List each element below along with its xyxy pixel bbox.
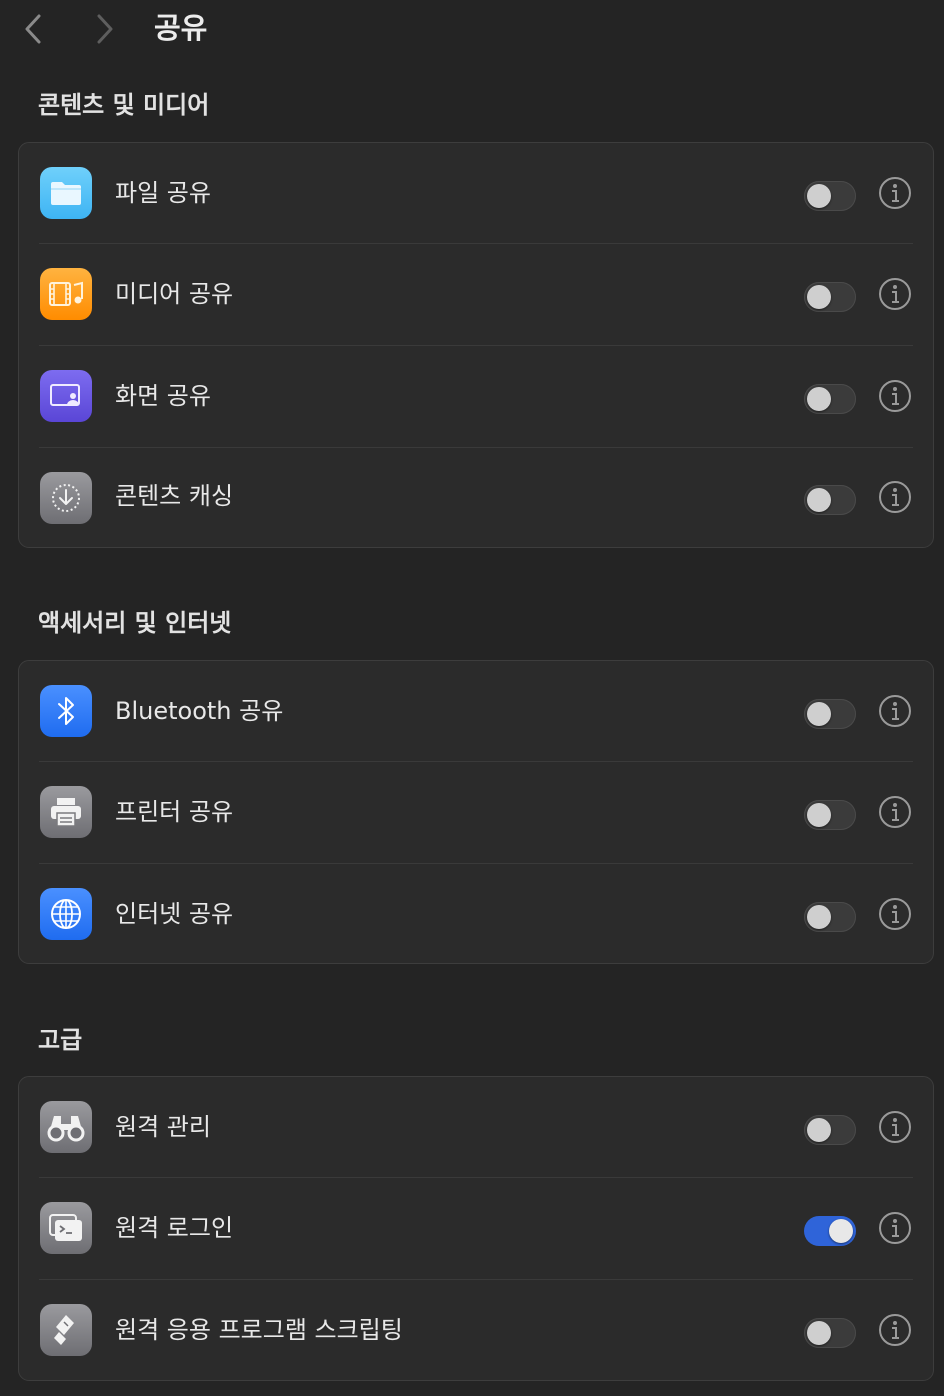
printer-icon <box>40 786 92 838</box>
screen-share-icon <box>40 370 92 422</box>
row-label: Bluetooth 공유 <box>115 697 284 725</box>
file-sharing-toggle[interactable] <box>804 181 856 211</box>
row-remote-login: 원격 로그인 <box>19 1178 933 1278</box>
screen-sharing-toggle[interactable] <box>804 384 856 414</box>
row-bluetooth-sharing: Bluetooth 공유 <box>19 661 933 761</box>
bluetooth-sharing-info-button[interactable] <box>878 694 912 728</box>
back-button[interactable] <box>18 10 48 48</box>
row-label: 화면 공유 <box>115 382 211 410</box>
row-label: 미디어 공유 <box>115 280 234 308</box>
row-remote-management: 원격 관리 <box>19 1077 933 1177</box>
content-caching-info-button[interactable] <box>878 480 912 514</box>
screen-sharing-info-button[interactable] <box>878 379 912 413</box>
section-title-accessories-internet: 액세서리 및 인터넷 <box>38 609 232 637</box>
internet-sharing-info-button[interactable] <box>878 897 912 931</box>
row-content-caching: 콘텐츠 캐싱 <box>19 448 933 548</box>
content-caching-icon <box>40 472 92 524</box>
info-icon <box>879 898 911 930</box>
row-printer-sharing: 프린터 공유 <box>19 762 933 862</box>
binoculars-icon <box>40 1101 92 1153</box>
group-accessories-internet: Bluetooth 공유 프린터 공유 인터넷 공유 <box>18 660 934 964</box>
info-icon <box>879 481 911 513</box>
section-title-content-media: 콘텐츠 및 미디어 <box>38 91 210 119</box>
toolbar: 공유 <box>0 0 944 60</box>
info-icon <box>879 278 911 310</box>
group-content-media: 파일 공유 미디어 공유 화면 공유 콘텐츠 캐싱 <box>18 142 934 548</box>
bluetooth-sharing-toggle[interactable] <box>804 699 856 729</box>
remote-management-toggle[interactable] <box>804 1115 856 1145</box>
row-label: 원격 응용 프로그램 스크립팅 <box>115 1316 403 1344</box>
row-remote-scripting: 원격 응용 프로그램 스크립팅 <box>19 1280 933 1380</box>
chevron-right-icon <box>97 14 113 44</box>
remote-login-toggle[interactable] <box>804 1216 856 1246</box>
info-icon <box>879 695 911 727</box>
info-icon <box>879 177 911 209</box>
globe-icon <box>40 888 92 940</box>
section-title-advanced: 고급 <box>38 1026 83 1054</box>
remote-login-info-button[interactable] <box>878 1211 912 1245</box>
group-advanced: 원격 관리 원격 로그인 원격 응용 프로그램 스크립팅 <box>18 1076 934 1381</box>
row-label: 프린터 공유 <box>115 798 234 826</box>
remote-scripting-info-button[interactable] <box>878 1313 912 1347</box>
bluetooth-icon <box>40 685 92 737</box>
row-internet-sharing: 인터넷 공유 <box>19 864 933 964</box>
chevron-left-icon <box>25 14 41 44</box>
terminal-icon <box>40 1202 92 1254</box>
content-caching-toggle[interactable] <box>804 485 856 515</box>
row-label: 원격 로그인 <box>115 1214 234 1242</box>
row-screen-sharing: 화면 공유 <box>19 346 933 446</box>
row-media-sharing: 미디어 공유 <box>19 244 933 344</box>
info-icon <box>879 380 911 412</box>
row-label: 원격 관리 <box>115 1113 211 1141</box>
info-icon <box>879 796 911 828</box>
info-icon <box>879 1212 911 1244</box>
row-file-sharing: 파일 공유 <box>19 143 933 243</box>
file-sharing-info-button[interactable] <box>878 176 912 210</box>
info-icon <box>879 1314 911 1346</box>
media-icon <box>40 268 92 320</box>
script-icon <box>40 1304 92 1356</box>
remote-scripting-toggle[interactable] <box>804 1318 856 1348</box>
forward-button[interactable] <box>90 10 120 48</box>
row-label: 콘텐츠 캐싱 <box>115 482 234 510</box>
media-sharing-toggle[interactable] <box>804 282 856 312</box>
remote-management-info-button[interactable] <box>878 1110 912 1144</box>
info-icon <box>879 1111 911 1143</box>
printer-sharing-info-button[interactable] <box>878 795 912 829</box>
page-title: 공유 <box>154 11 208 45</box>
printer-sharing-toggle[interactable] <box>804 800 856 830</box>
row-label: 파일 공유 <box>115 179 211 207</box>
internet-sharing-toggle[interactable] <box>804 902 856 932</box>
media-sharing-info-button[interactable] <box>878 277 912 311</box>
row-label: 인터넷 공유 <box>115 900 234 928</box>
folder-icon <box>40 167 92 219</box>
